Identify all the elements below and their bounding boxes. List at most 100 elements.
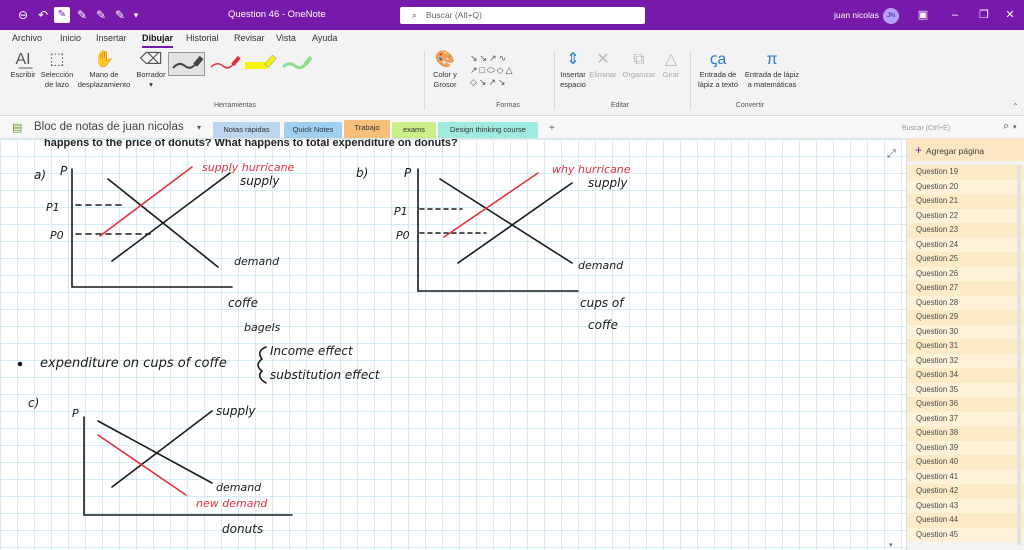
- arrange-icon: ⧉: [633, 51, 645, 68]
- page-item[interactable]: Question 34: [907, 368, 1024, 383]
- label-a: a): [34, 168, 46, 182]
- graph-c-axis-p: P: [72, 407, 79, 420]
- lasso-select-button[interactable]: ⬚ Selección de lazo: [38, 50, 76, 90]
- page-item[interactable]: Question 23: [907, 223, 1024, 238]
- back-icon[interactable]: ⊖: [15, 7, 31, 23]
- user-name[interactable]: juan nicolas: [834, 10, 879, 20]
- ink-to-text-button[interactable]: ꞔa Entrada de lápiz a texto: [694, 50, 742, 90]
- green-pen-icon[interactable]: ✎: [112, 7, 128, 23]
- page-item[interactable]: Question 40: [907, 455, 1024, 470]
- rotate-button[interactable]: △ Girar: [658, 50, 684, 80]
- pan-button[interactable]: ✋ Mano de desplazamiento: [74, 50, 134, 90]
- pen-tool-icon[interactable]: ✎: [54, 7, 70, 23]
- ribbon-display-icon[interactable]: ▣: [916, 8, 930, 22]
- page-item[interactable]: Question 20: [907, 179, 1024, 194]
- pen-black[interactable]: [168, 52, 205, 76]
- add-page-button[interactable]: + Agregar página: [907, 139, 1024, 161]
- page-item[interactable]: Question 37: [907, 411, 1024, 426]
- tab-ayuda[interactable]: Ayuda: [312, 33, 337, 43]
- avatar[interactable]: JN: [883, 8, 899, 24]
- page-item[interactable]: Question 39: [907, 440, 1024, 455]
- eraser-dropdown-icon[interactable]: ▾: [149, 80, 153, 89]
- ink-to-math-button[interactable]: π Entrada de lápiz a matemáticas: [742, 50, 802, 90]
- restore-icon[interactable]: ❐: [977, 8, 991, 22]
- undo-icon[interactable]: ↶: [35, 7, 51, 23]
- scroll-down-icon[interactable]: ▾: [889, 541, 893, 549]
- search-input[interactable]: ⌕ Buscar (Alt+Q): [400, 7, 645, 24]
- page-canvas[interactable]: happens to the price of donuts? What hap…: [0, 139, 906, 550]
- add-page-label: Agregar página: [926, 146, 985, 156]
- add-section-button[interactable]: +: [549, 123, 555, 134]
- tab-vista[interactable]: Vista: [276, 33, 296, 43]
- section-tab-trabajo[interactable]: Trabajo: [344, 120, 390, 138]
- page-item[interactable]: Question 44: [907, 513, 1024, 528]
- page-item[interactable]: Question 45: [907, 527, 1024, 542]
- ink-text-label-1: Entrada de: [699, 70, 737, 79]
- minimize-icon[interactable]: –: [948, 8, 962, 22]
- page-item[interactable]: Question 41: [907, 469, 1024, 484]
- shapes-gallery[interactable]: ↘↘↗∿ ↗□⬭◇△ ◇↘↗↘: [470, 52, 550, 98]
- ink-text-label-2: lápiz a texto: [697, 80, 739, 89]
- tab-historial[interactable]: Historial: [186, 33, 219, 43]
- rotate-icon: △: [664, 51, 678, 68]
- page-item[interactable]: Question 22: [907, 208, 1024, 223]
- pen-red-stroke-icon: [210, 55, 241, 69]
- page-item[interactable]: Question 21: [907, 194, 1024, 209]
- close-icon[interactable]: ✕: [1003, 8, 1017, 22]
- page-item[interactable]: Question 28: [907, 295, 1024, 310]
- page-item[interactable]: Question 27: [907, 281, 1024, 296]
- notebook-icon: ▤: [12, 122, 23, 134]
- section-tab-exams[interactable]: exams: [392, 122, 436, 138]
- highlighter-icon[interactable]: ✎: [93, 7, 109, 23]
- page-list-scrollbar[interactable]: [1017, 165, 1021, 545]
- group-label-edit: Editar: [610, 102, 630, 109]
- customize-toolbar-icon[interactable]: ▾: [128, 7, 144, 23]
- delete-label: Eliminar: [589, 70, 617, 79]
- eraser-button[interactable]: ⌫ Borrador ▾: [132, 50, 170, 90]
- highlighter-yellow[interactable]: [242, 52, 278, 76]
- tab-inicio[interactable]: Inicio: [60, 33, 81, 43]
- search-dropdown-icon[interactable]: ▾: [1013, 123, 1017, 131]
- insert-space-button[interactable]: ⇕ Insertar espacio: [556, 50, 590, 90]
- search-icon[interactable]: ⌕: [1003, 120, 1009, 133]
- page-item[interactable]: Question 43: [907, 498, 1024, 513]
- page-item[interactable]: Question 42: [907, 484, 1024, 499]
- page-item[interactable]: Question 29: [907, 310, 1024, 325]
- graph-a-hurricane-note: supply hurricane: [202, 161, 295, 174]
- section-tab-quick-notes[interactable]: Quick Notes: [284, 122, 342, 138]
- page-item[interactable]: Question 38: [907, 426, 1024, 441]
- substitution-effect-note: substitution effect: [270, 368, 381, 382]
- delete-button[interactable]: ✕ Eliminar: [588, 50, 618, 80]
- tab-revisar[interactable]: Revisar: [234, 33, 265, 43]
- pen-red[interactable]: [206, 52, 242, 76]
- pen-green[interactable]: [278, 52, 314, 76]
- page-item[interactable]: Question 24: [907, 237, 1024, 252]
- notebook-dropdown-icon[interactable]: ▾: [197, 123, 201, 132]
- collapse-ribbon-icon[interactable]: ⌃: [1012, 102, 1019, 111]
- ribbon-tabs: Archivo Inicio Insertar Dibujar Historia…: [0, 30, 1024, 48]
- ink-layer: a) P P1 P0 supply demand coffe bagels b)…: [17, 161, 631, 536]
- page-item[interactable]: Question 36: [907, 397, 1024, 412]
- red-pen-icon[interactable]: ✎: [74, 7, 90, 23]
- notebook-name[interactable]: Bloc de notas de juan nicolas: [34, 121, 184, 133]
- ribbon-separator: [424, 52, 425, 110]
- graph-a-axes: [71, 168, 233, 288]
- page-item[interactable]: Question 35: [907, 382, 1024, 397]
- lasso-label-1: Selección: [40, 70, 74, 79]
- page-item[interactable]: Question 31: [907, 339, 1024, 354]
- arrange-button[interactable]: ⧉ Organizar: [619, 50, 659, 80]
- write-button[interactable]: A͟I Escribir: [8, 50, 38, 80]
- page-item[interactable]: Question 26: [907, 266, 1024, 281]
- color-thickness-button[interactable]: 🎨 Color y Grosor: [426, 50, 464, 90]
- tab-archivo[interactable]: Archivo: [12, 33, 42, 43]
- tab-insertar[interactable]: Insertar: [96, 33, 127, 43]
- tab-dibujar[interactable]: Dibujar: [142, 33, 174, 48]
- page-item[interactable]: Question 30: [907, 324, 1024, 339]
- page-item[interactable]: Question 25: [907, 252, 1024, 267]
- bullet-dot: [17, 361, 23, 367]
- page-item[interactable]: Question 32: [907, 353, 1024, 368]
- page-item[interactable]: Question 19: [907, 165, 1024, 180]
- section-tab-design-thinking[interactable]: Design thinking course: [438, 122, 538, 138]
- section-tab-notas-rapidas[interactable]: Notas rápidas: [213, 122, 280, 138]
- graph-a-demand-label: demand: [234, 255, 280, 268]
